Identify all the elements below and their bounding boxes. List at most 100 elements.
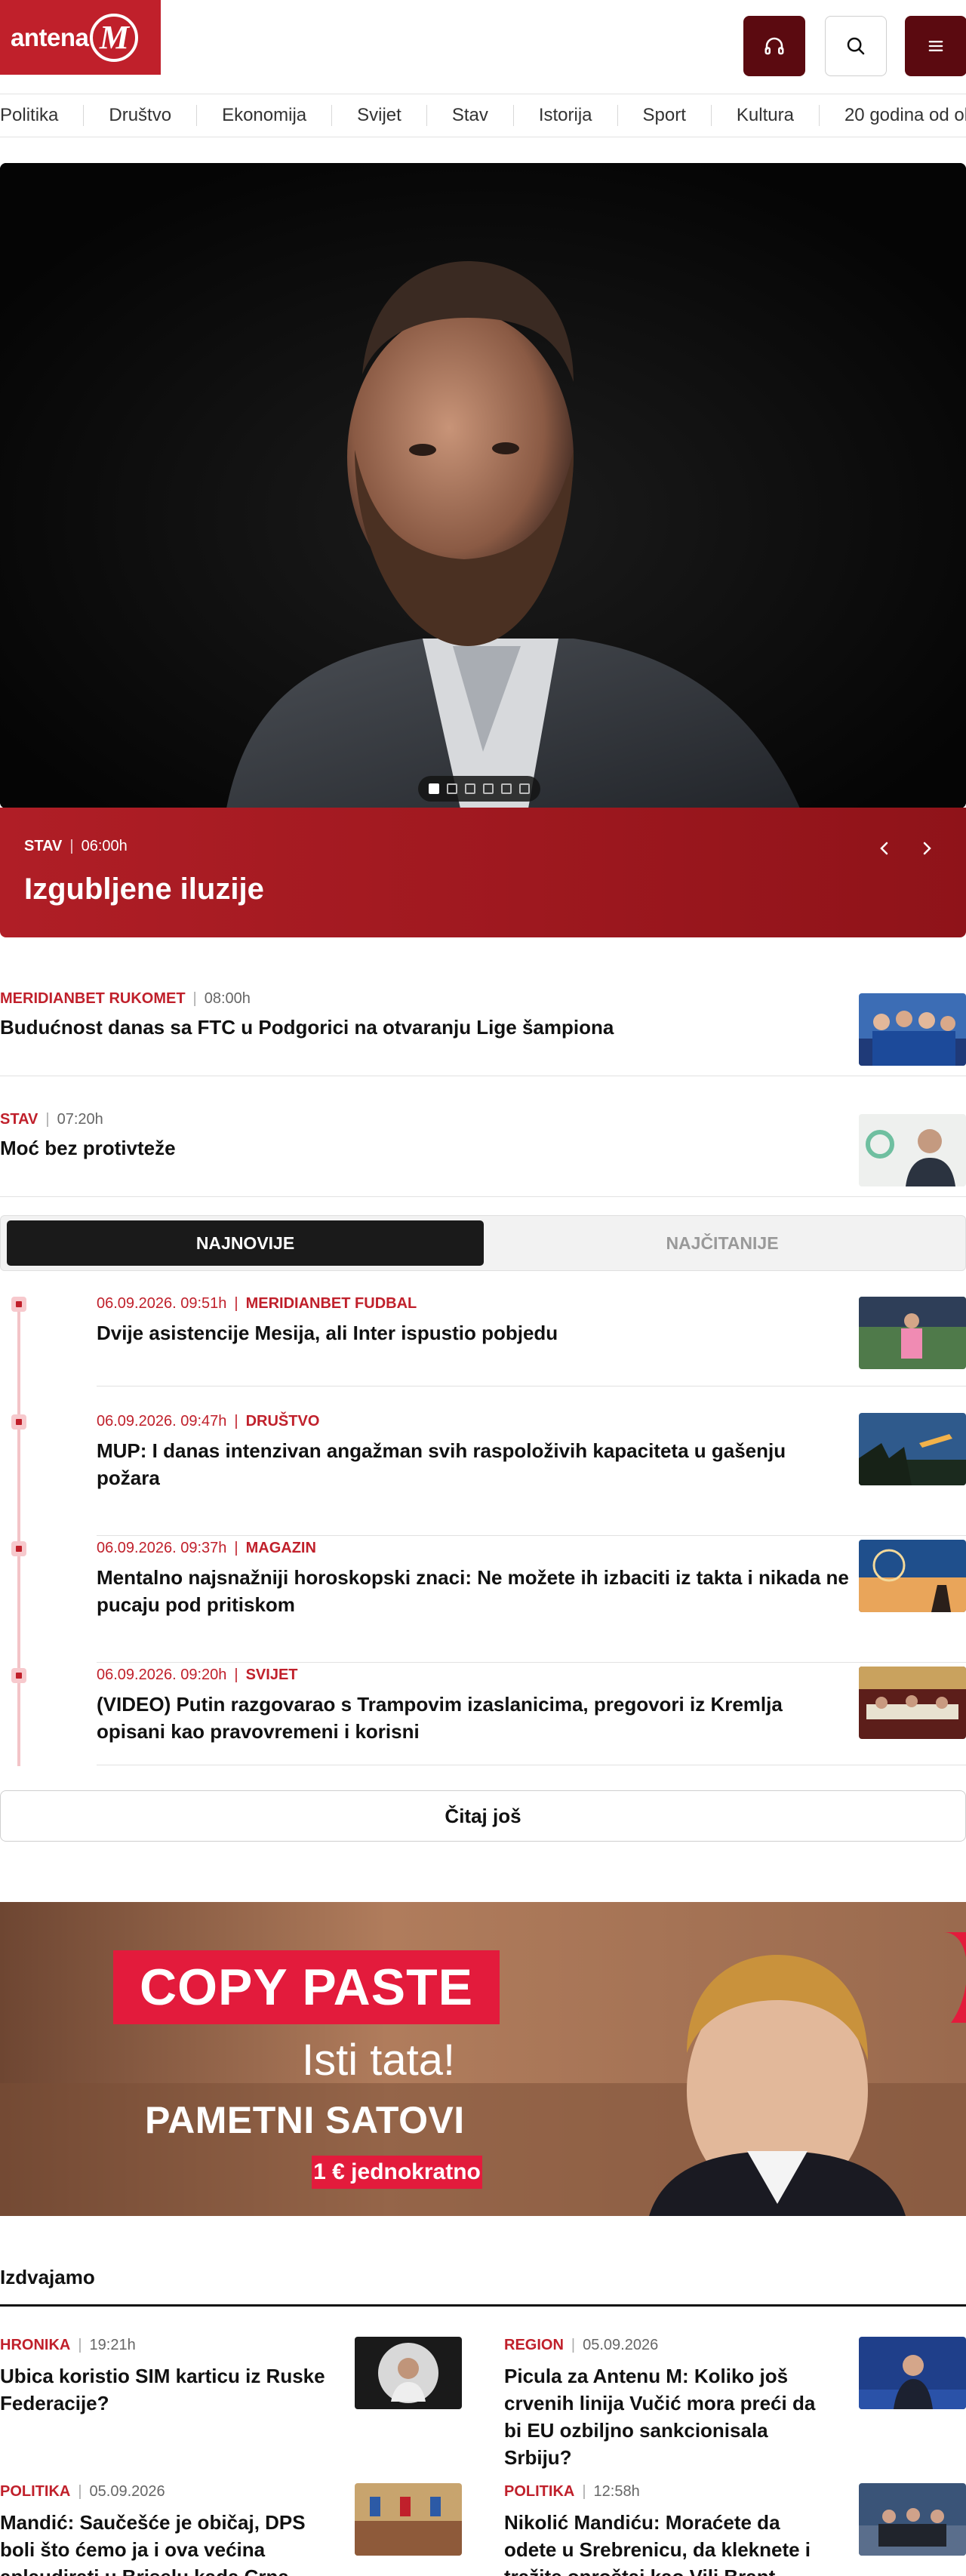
category-nav: Politika Društvo Ekonomija Svijet Stav I… [0, 94, 966, 137]
ad-background [0, 1902, 966, 2216]
list-item-meta: 06.09.2026. 09:47h | DRUŠTVO [97, 1413, 320, 1430]
feature-title[interactable]: Moć bez protivteže [0, 1137, 830, 1160]
hero-caption[interactable]: STAV | 06:00h Izgubljene iluzije [0, 808, 966, 937]
site-header: antena M [0, 0, 966, 76]
card-time: 05.09.2026 [89, 2483, 165, 2500]
ad-price: 1 € jednokratno [312, 2156, 482, 2189]
slider-dot-1[interactable] [429, 783, 439, 794]
feature-category[interactable]: STAV [0, 1111, 38, 1128]
list-divider [97, 1535, 966, 1536]
card-meta: POLITIKA | 12:58h [504, 2483, 640, 2500]
list-item-category[interactable]: MERIDIANBET FUDBAL [246, 1295, 417, 1312]
nav-item-20-godina[interactable]: 20 godina od obnove [820, 105, 966, 126]
list-item-category[interactable]: SVIJET [246, 1667, 298, 1683]
card-thumbnail[interactable] [859, 2483, 966, 2556]
feature-time: 08:00h [204, 990, 251, 1007]
card-thumbnail[interactable] [859, 2337, 966, 2409]
feature-time: 07:20h [57, 1111, 103, 1128]
timeline-marker [11, 1414, 26, 1430]
card-category[interactable]: POLITIKA [504, 2483, 574, 2500]
slider-dot-5[interactable] [501, 783, 512, 794]
list-item-title[interactable]: (VIDEO) Putin razgovarao s Trampovim iza… [97, 1691, 851, 1745]
card-category[interactable]: HRONIKA [0, 2337, 70, 2353]
list-item-category[interactable]: DRUŠTVO [246, 1413, 320, 1430]
tab-latest[interactable]: NAJNOVIJE [7, 1220, 484, 1266]
slider-dot-6[interactable] [519, 783, 530, 794]
hero-meta: STAV | 06:00h [24, 838, 128, 854]
hero-time: 06:00h [81, 838, 128, 854]
list-item-datetime: 06.09.2026. 09:51h [97, 1295, 227, 1312]
site-logo[interactable]: antena M [0, 0, 161, 75]
slider-dot-3[interactable] [465, 783, 475, 794]
list-item-thumbnail[interactable] [859, 1667, 966, 1739]
list-item-title[interactable]: MUP: I danas intenzivan angažman svih ra… [97, 1437, 851, 1491]
hamburger-icon [928, 41, 943, 52]
feature-title[interactable]: Budućnost danas sa FTC u Podgorici na ot… [0, 1016, 830, 1039]
nav-item-stav[interactable]: Stav [427, 105, 514, 126]
read-more-button[interactable]: Čitaj još [0, 1790, 966, 1842]
section-divider [0, 2304, 966, 2307]
list-item-thumbnail[interactable] [859, 1413, 966, 1485]
slider-dot-4[interactable] [483, 783, 494, 794]
card-thumbnail[interactable] [355, 2337, 462, 2409]
feature-meta: MERIDIANBET RUKOMET | 08:00h [0, 990, 251, 1007]
ad-headline: COPY PASTE [113, 1950, 500, 2024]
news-tabs: NAJNOVIJE NAJČITANIJE [0, 1215, 966, 1271]
feature-thumbnail[interactable] [859, 1114, 966, 1186]
feature-meta: STAV | 07:20h [0, 1111, 103, 1128]
feature-item[interactable]: STAV | 07:20h Moć bez protivteže [0, 1076, 966, 1197]
slider-prev-button[interactable] [869, 833, 900, 863]
hero-category[interactable]: STAV [24, 838, 62, 854]
list-item-datetime: 06.09.2026. 09:37h [97, 1540, 227, 1556]
card-title[interactable]: Nikolić Mandiću: Moraćete da odete u Sre… [504, 2509, 836, 2576]
audio-button[interactable] [743, 16, 805, 76]
headphones-icon [764, 37, 784, 55]
nav-item-svijet[interactable]: Svijet [332, 105, 427, 126]
nav-item-politika[interactable]: Politika [0, 105, 85, 126]
list-item-datetime: 06.09.2026. 09:20h [97, 1667, 227, 1683]
nav-item-drustvo[interactable]: Društvo [84, 105, 198, 126]
slider-dot-2[interactable] [447, 783, 457, 794]
section-title: Izdvajamo [0, 2266, 95, 2288]
timeline-marker [11, 1297, 26, 1312]
feature-category[interactable]: MERIDIANBET RUKOMET [0, 990, 186, 1007]
nav-item-ekonomija[interactable]: Ekonomija [197, 105, 333, 126]
nav-item-sport[interactable]: Sport [618, 105, 712, 126]
slider-dots [418, 776, 540, 802]
nav-item-kultura[interactable]: Kultura [712, 105, 820, 126]
list-item-thumbnail[interactable] [859, 1540, 966, 1612]
chevron-right-icon [923, 842, 931, 855]
list-item-title[interactable]: Dvije asistencije Mesija, ali Inter ispu… [97, 1319, 851, 1346]
feature-thumbnail[interactable] [859, 993, 966, 1066]
feature-item[interactable]: MERIDIANBET RUKOMET | 08:00h Budućnost dan… [0, 956, 966, 1076]
card-thumbnail[interactable] [355, 2483, 462, 2556]
card-meta: POLITIKA | 05.09.2026 [0, 2483, 165, 2500]
timeline-line [17, 1302, 20, 1766]
ad-banner[interactable]: COPY PASTE Isti tata! PAMETNI SATOVI 1 €… [0, 1902, 966, 2216]
search-icon [847, 37, 865, 55]
logo-letter: M [90, 13, 139, 62]
search-button[interactable] [825, 16, 887, 76]
timeline-marker [11, 1668, 26, 1683]
card-category[interactable]: POLITIKA [0, 2483, 70, 2500]
ad-tagline: Isti tata! [302, 2036, 456, 2085]
logo-text: antena [11, 23, 89, 51]
chevron-left-icon [880, 842, 888, 855]
card-title[interactable]: Picula za Antenu M: Koliko još crvenih l… [504, 2362, 836, 2471]
card-meta: HRONIKA | 19:21h [0, 2337, 136, 2353]
card-title[interactable]: Ubica koristio SIM karticu iz Ruske Fede… [0, 2362, 332, 2417]
list-item-title[interactable]: Mentalno najsnažniji horoskopski znaci: … [97, 1564, 851, 1618]
tab-most-read[interactable]: NAJČITANIJE [484, 1220, 961, 1266]
card-time: 05.09.2026 [583, 2337, 659, 2353]
list-item-meta: 06.09.2026. 09:51h | MERIDIANBET FUDBAL [97, 1295, 417, 1312]
hero-title[interactable]: Izgubljene iluzije [24, 873, 264, 906]
card-title[interactable]: Mandić: Saučešće je običaj, DPS boli što… [0, 2509, 332, 2576]
hero-slider[interactable] [0, 163, 966, 808]
card-time: 19:21h [89, 2337, 136, 2353]
menu-button[interactable] [905, 16, 966, 76]
list-item-thumbnail[interactable] [859, 1297, 966, 1369]
nav-item-istorija[interactable]: Istorija [514, 105, 618, 126]
slider-next-button[interactable] [912, 833, 942, 863]
card-category[interactable]: REGION [504, 2337, 564, 2353]
list-item-category[interactable]: MAGAZIN [246, 1540, 316, 1556]
